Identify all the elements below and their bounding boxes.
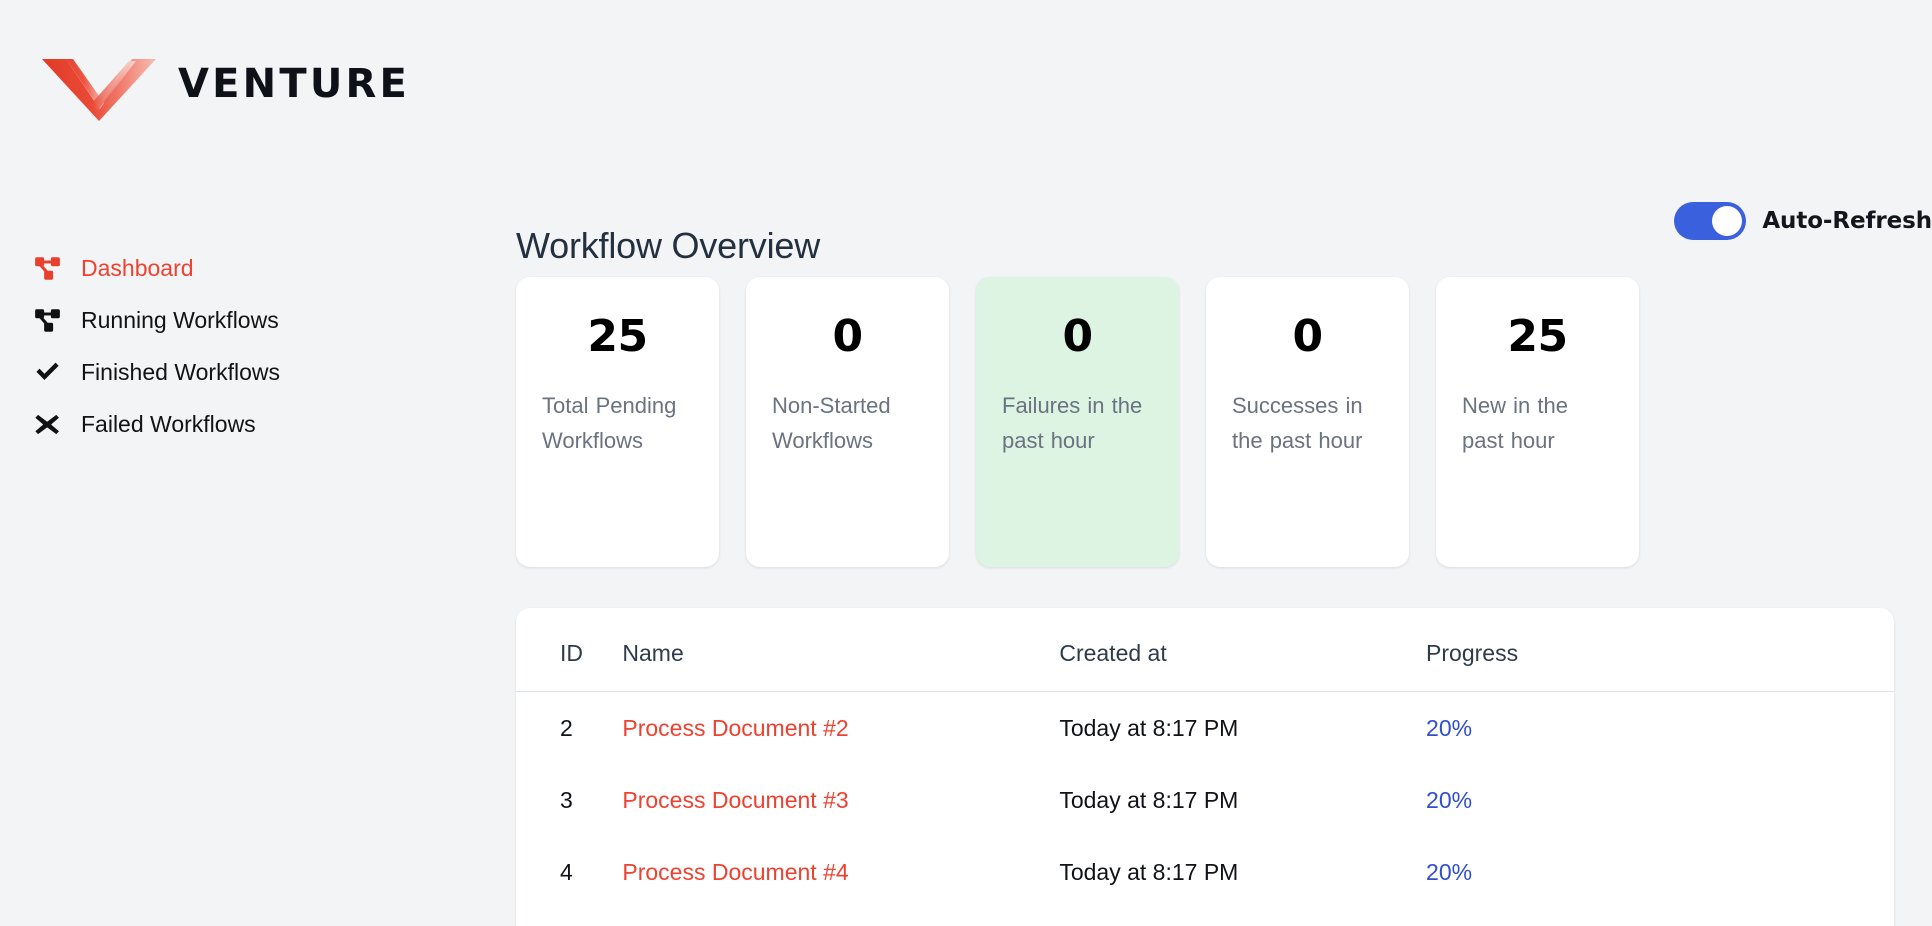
table-body: 2 Process Document #2 Today at 8:17 PM 2… <box>516 692 1894 926</box>
sitemap-icon <box>34 255 64 281</box>
cell-id: 3 <box>560 787 573 813</box>
table-row[interactable]: 5 Process Document #5 Today at 8:17 PM 2… <box>516 908 1894 926</box>
x-icon <box>34 411 64 437</box>
workflow-name-link[interactable]: Process Document #3 <box>622 787 848 813</box>
stat-card-row: 25 Total Pending Workflows 0 Non-Started… <box>516 277 1932 567</box>
cell-name: Process Document #4 <box>622 836 1059 908</box>
workflow-name-link[interactable]: Process Document #2 <box>622 715 848 741</box>
progress-link[interactable]: 20% <box>1426 715 1472 741</box>
sidebar-item-finished-workflows[interactable]: Finished Workflows <box>0 346 512 398</box>
cell-progress: 20% <box>1426 836 1894 908</box>
table-header-row: ID Name Created at Progress <box>516 608 1894 692</box>
stat-label: Total Pending Workflows <box>542 393 677 453</box>
stat-value: 25 <box>587 311 648 362</box>
cell-name: Process Document #3 <box>622 764 1059 836</box>
sidebar-item-dashboard[interactable]: Dashboard <box>0 242 512 294</box>
stat-card-new-past-hour[interactable]: 25 New in the past hour <box>1436 277 1639 567</box>
brand-name: VENTURE <box>178 61 411 107</box>
cell-name: Process Document #2 <box>622 692 1059 765</box>
column-header-name[interactable]: Name <box>622 608 1060 692</box>
column-header-created-at[interactable]: Created at <box>1059 608 1427 692</box>
toggle-knob <box>1712 206 1743 236</box>
stat-card-total-pending[interactable]: 25 Total Pending Workflows <box>516 277 719 567</box>
stat-card-non-started[interactable]: 0 Non-Started Workflows <box>746 277 949 567</box>
sidebar-item-label: Failed Workflows <box>81 410 256 437</box>
cell-created-at: Today at 8:17 PM <box>1059 787 1239 813</box>
sidebar-item-label: Running Workflows <box>81 306 279 333</box>
stat-value: 0 <box>1062 311 1093 362</box>
sidebar-item-label: Finished Workflows <box>81 358 280 385</box>
cell-progress: 20% <box>1426 692 1894 765</box>
column-header-progress[interactable]: Progress <box>1426 608 1894 692</box>
progress-link[interactable]: 20% <box>1426 787 1472 813</box>
stat-label: New in the past hour <box>1462 393 1568 453</box>
progress-link[interactable]: 20% <box>1426 859 1472 885</box>
workflow-table-card: ID Name Created at Progress 2 Process Do… <box>516 608 1894 926</box>
stat-label: Failures in the past hour <box>1002 393 1143 453</box>
stat-value: 25 <box>1507 311 1568 362</box>
cell-id: 2 <box>560 715 573 741</box>
auto-refresh-label: Auto-Refresh <box>1762 208 1932 234</box>
table-row[interactable]: 3 Process Document #3 Today at 8:17 PM 2… <box>516 764 1894 836</box>
workflow-table: ID Name Created at Progress 2 Process Do… <box>516 608 1894 926</box>
cell-id: 5 <box>516 908 622 926</box>
auto-refresh-control: Auto-Refresh <box>1674 202 1932 240</box>
table-row[interactable]: 2 Process Document #2 Today at 8:17 PM 2… <box>516 692 1894 765</box>
table-row[interactable]: 4 Process Document #4 Today at 8:17 PM 2… <box>516 836 1894 908</box>
sidebar-item-failed-workflows[interactable]: Failed Workflows <box>0 398 512 450</box>
stat-label: Successes in the past hour <box>1232 393 1363 453</box>
check-icon <box>34 359 64 385</box>
page-title: Workflow Overview <box>516 225 820 267</box>
workflow-name-link[interactable]: Process Document #4 <box>622 859 848 885</box>
cell-created-at: Today at 8:17 PM <box>1059 908 1426 926</box>
sidebar-nav: Dashboard Running Workflows Finished Wor… <box>0 242 512 450</box>
sidebar-item-label: Dashboard <box>81 254 194 281</box>
cell-progress: 20% <box>1426 764 1894 836</box>
column-header-id[interactable]: ID <box>516 608 623 692</box>
cell-created-at: Today at 8:17 PM <box>1059 715 1239 741</box>
cell-name: Process Document #5 <box>622 908 1059 926</box>
sitemap-icon <box>34 307 64 333</box>
stat-card-successes-past-hour[interactable]: 0 Successes in the past hour <box>1206 277 1409 567</box>
stat-card-failures-past-hour[interactable]: 0 Failures in the past hour <box>976 277 1179 567</box>
sidebar-item-running-workflows[interactable]: Running Workflows <box>0 294 512 346</box>
stat-value: 0 <box>832 311 863 362</box>
page-header: Workflow Overview Auto-Refresh <box>512 200 1932 266</box>
cell-progress: 20% <box>1426 908 1894 926</box>
auto-refresh-toggle[interactable] <box>1674 202 1747 240</box>
stat-label: Non-Started Workflows <box>772 393 891 453</box>
table-header: ID Name Created at Progress <box>516 608 1894 692</box>
sidebar: VENTURE Dashboard Running Workflows Fini… <box>0 0 512 926</box>
venture-v-logo-icon <box>40 45 158 123</box>
brand[interactable]: VENTURE <box>40 45 410 123</box>
app-root: VENTURE Dashboard Running Workflows Fini… <box>0 0 1932 926</box>
main-content: Workflow Overview Auto-Refresh 25 Total … <box>512 0 1932 926</box>
cell-id: 4 <box>560 859 573 885</box>
cell-created-at: Today at 8:17 PM <box>1059 859 1239 885</box>
stat-value: 0 <box>1292 311 1323 362</box>
